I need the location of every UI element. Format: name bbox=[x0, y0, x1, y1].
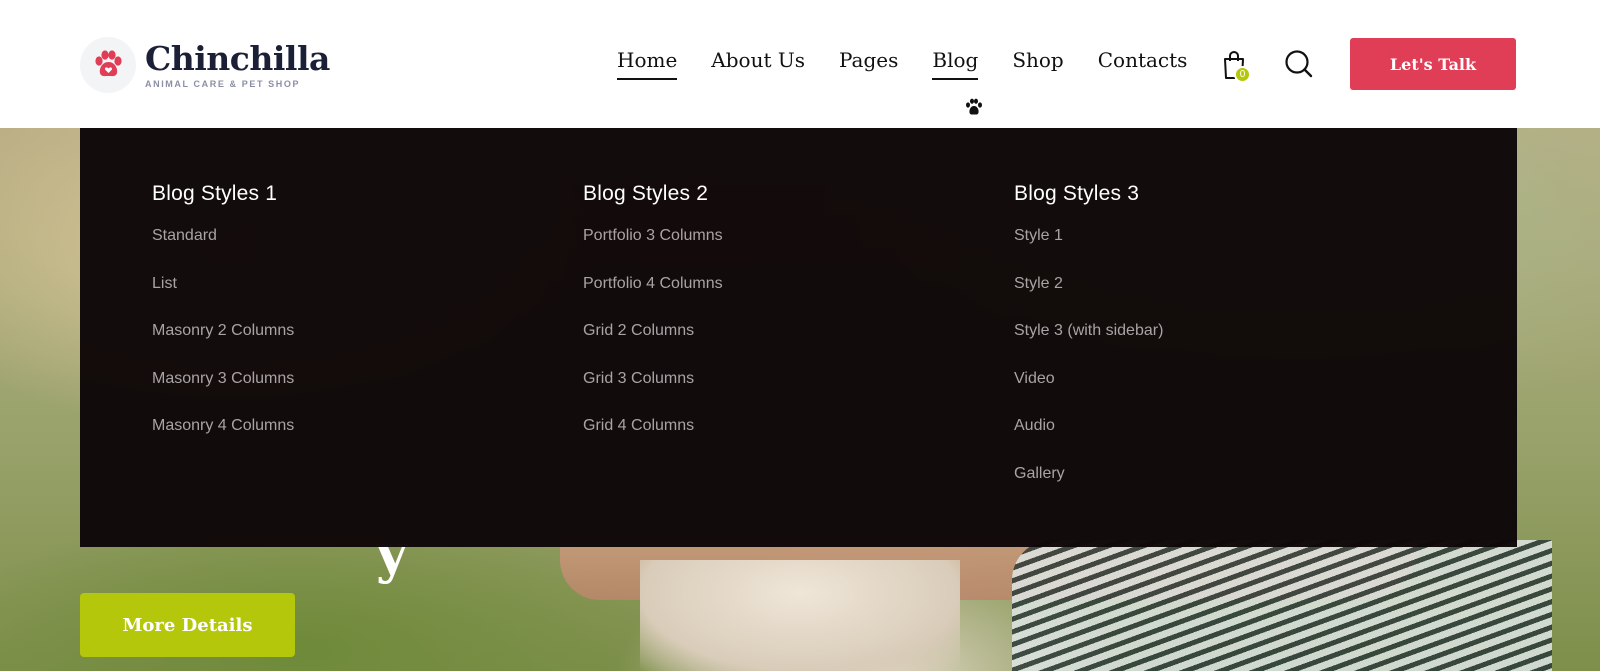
menu-item-masonry-2-columns[interactable]: Masonry 2 Columns bbox=[152, 320, 294, 368]
menu-item-video[interactable]: Video bbox=[1014, 368, 1163, 416]
menu-item-masonry-4-columns[interactable]: Masonry 4 Columns bbox=[152, 415, 294, 463]
menu-item-style-3-with-sidebar[interactable]: Style 3 (with sidebar) bbox=[1014, 320, 1163, 368]
menu-item-portfolio-3-columns[interactable]: Portfolio 3 Columns bbox=[583, 225, 723, 273]
menu-item-grid-3-columns[interactable]: Grid 3 Columns bbox=[583, 368, 723, 416]
logo[interactable]: Chinchilla ANIMAL CARE & PET SHOP bbox=[80, 37, 330, 93]
menu-item-style-2[interactable]: Style 2 bbox=[1014, 273, 1163, 321]
menu-item-grid-2-columns[interactable]: Grid 2 Columns bbox=[583, 320, 723, 368]
search-button[interactable] bbox=[1284, 49, 1314, 84]
cart-count-badge: 0 bbox=[1234, 66, 1251, 83]
mega-menu-column: Blog Styles 3 Style 1 Style 2 Style 3 (w… bbox=[1014, 182, 1163, 510]
logo-tagline: ANIMAL CARE & PET SHOP bbox=[145, 78, 301, 89]
column-heading: Blog Styles 3 bbox=[1014, 182, 1140, 205]
hero-pet-fur bbox=[640, 560, 960, 671]
menu-item-list[interactable]: List bbox=[152, 273, 294, 321]
nav-item-pages[interactable]: Pages bbox=[839, 48, 898, 80]
paw-logo-icon bbox=[80, 37, 136, 93]
menu-item-standard[interactable]: Standard bbox=[152, 225, 294, 273]
menu-item-audio[interactable]: Audio bbox=[1014, 415, 1163, 463]
column-heading: Blog Styles 2 bbox=[583, 182, 709, 205]
nav-item-contacts[interactable]: Contacts bbox=[1098, 48, 1188, 80]
mega-menu-column: Blog Styles 2 Portfolio 3 Columns Portfo… bbox=[583, 182, 723, 463]
column-heading: Blog Styles 1 bbox=[152, 182, 278, 205]
nav-item-home[interactable]: Home bbox=[617, 48, 678, 80]
cart-button[interactable]: 0 bbox=[1222, 50, 1251, 85]
menu-item-portfolio-4-columns[interactable]: Portfolio 4 Columns bbox=[583, 273, 723, 321]
search-icon bbox=[1285, 50, 1313, 78]
more-details-button[interactable]: More Details bbox=[80, 593, 295, 657]
mega-menu-column: Blog Styles 1 Standard List Masonry 2 Co… bbox=[152, 182, 294, 463]
menu-item-grid-4-columns[interactable]: Grid 4 Columns bbox=[583, 415, 723, 463]
nav-item-blog[interactable]: Blog bbox=[932, 48, 978, 80]
blog-mega-menu: Blog Styles 1 Standard List Masonry 2 Co… bbox=[80, 128, 1517, 547]
menu-item-gallery[interactable]: Gallery bbox=[1014, 463, 1163, 511]
hero-striped-shirt bbox=[1012, 540, 1552, 671]
site-header: Chinchilla ANIMAL CARE & PET SHOP Home A… bbox=[0, 0, 1600, 128]
nav-item-shop[interactable]: Shop bbox=[1012, 48, 1063, 80]
nav-item-about-us[interactable]: About Us bbox=[711, 48, 805, 80]
lets-talk-button[interactable]: Let's Talk bbox=[1350, 38, 1516, 90]
paw-indicator-icon bbox=[964, 98, 984, 121]
menu-item-style-1[interactable]: Style 1 bbox=[1014, 225, 1163, 273]
logo-name: Chinchilla bbox=[145, 38, 330, 78]
menu-item-masonry-3-columns[interactable]: Masonry 3 Columns bbox=[152, 368, 294, 416]
main-nav: Home About Us Pages Blog Shop Contacts bbox=[617, 48, 1221, 80]
